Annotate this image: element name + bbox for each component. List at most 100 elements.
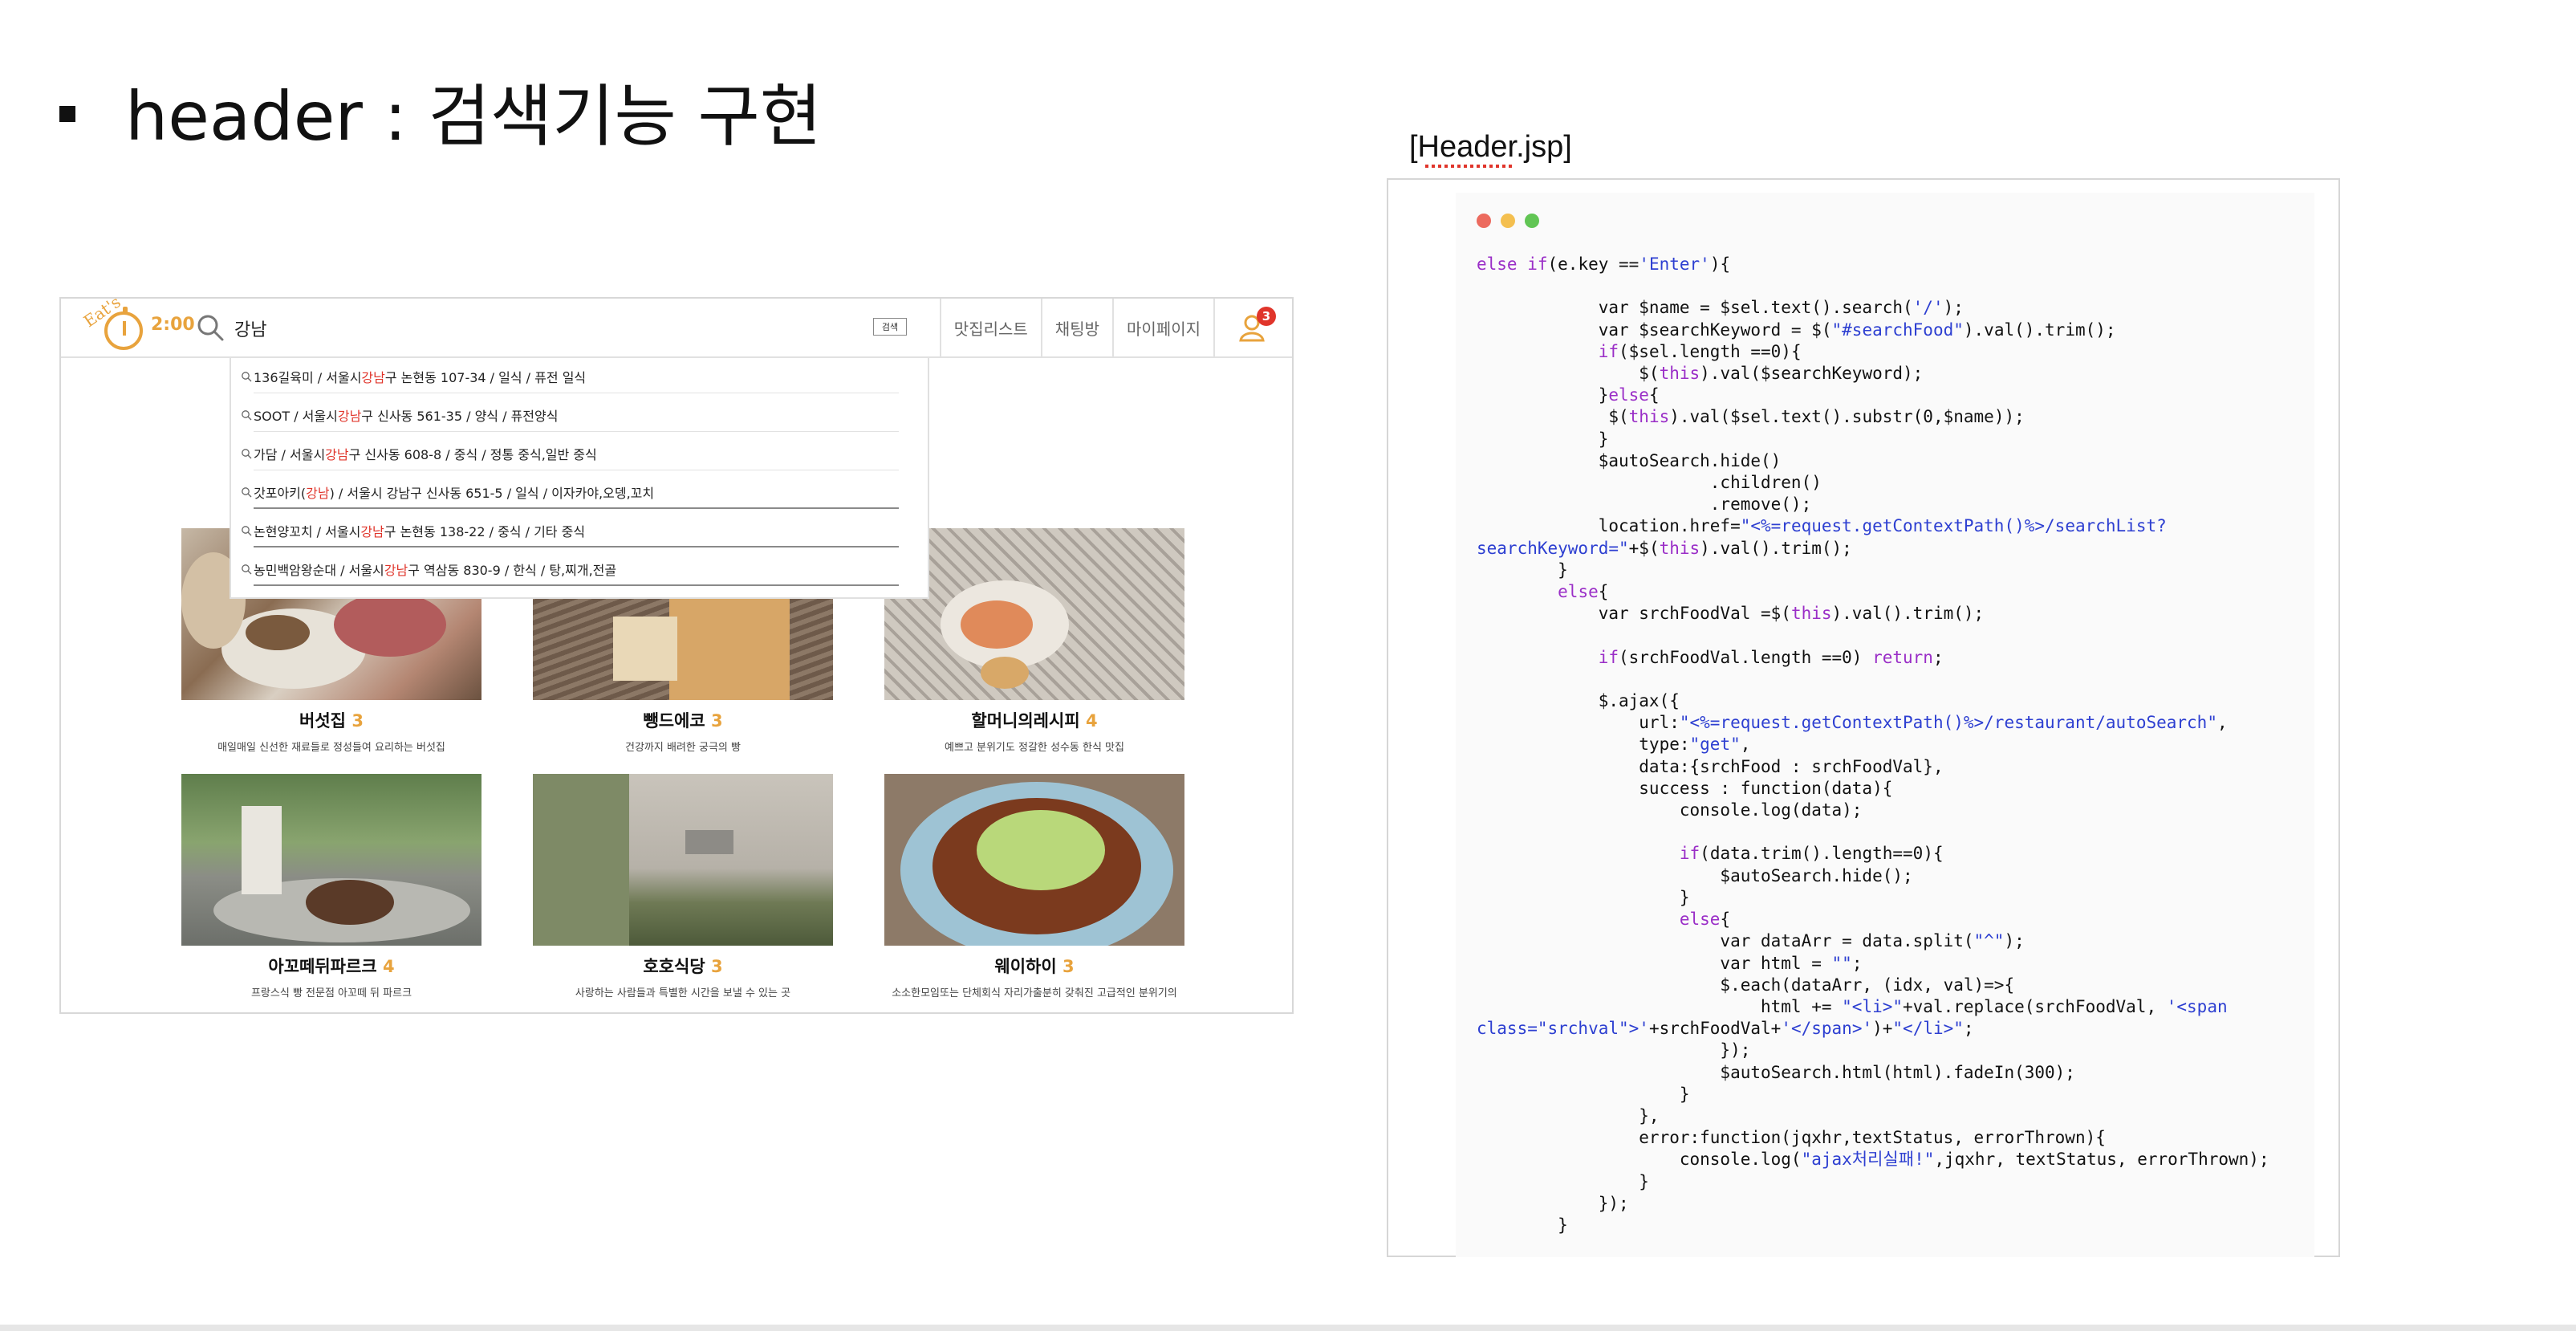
code-text: $.ajax({ — [1477, 691, 1680, 711]
code-text: +srchFoodVal+ — [1648, 1019, 1782, 1039]
code-text: var html = — [1477, 953, 1832, 973]
notification-button[interactable]: 3 — [1213, 299, 1292, 356]
code-text: ; — [1963, 1019, 1974, 1039]
code-text: url: — [1477, 713, 1680, 733]
code-string: "^" — [1973, 931, 2005, 951]
site-logo[interactable]: Eat's 2:00 — [71, 292, 199, 356]
code-text: var srchFoodVal =$( — [1477, 604, 1791, 624]
code-keyword: if — [1598, 341, 1619, 361]
close-dot-icon — [1477, 214, 1491, 228]
restaurant-card[interactable]: 아꼬떼뒤파르크 4 프랑스식 빵 전문점 아꼬떼 뒤 파르크 — [181, 774, 481, 999]
code-text: var $name = $sel.text().search( — [1477, 298, 1913, 318]
code-text: (srchFoodVal.length ==0) — [1619, 647, 1873, 667]
autocomplete-highlight: 강남 — [361, 370, 385, 385]
restaurant-card[interactable]: 호호식당 3 사랑하는 사람들과 특별한 시간을 보낼 수 있는 곳 — [533, 774, 833, 999]
code-string: "" — [1831, 953, 1852, 973]
code-keyword: this — [1628, 407, 1670, 427]
autocomplete-item[interactable]: 136길육미 / 서울시 강남 구 논현동 107-34 / 일식 / 퓨전 일식 — [241, 358, 899, 395]
minimize-dot-icon — [1501, 214, 1515, 228]
code-text: $( — [1477, 364, 1660, 384]
code-text: ).val().trim(); — [1700, 538, 1852, 558]
code-keyword: this — [1659, 538, 1700, 558]
code-string: "<li>" — [1842, 996, 1904, 1016]
divider — [254, 546, 899, 547]
code-block: else if(e.key =='Enter'){ var $name = $s… — [1477, 254, 2269, 1236]
restaurant-name: 아꼬떼뒤파르크 — [268, 957, 377, 976]
code-text: ; — [1932, 647, 1944, 667]
code-text: } — [1477, 385, 1609, 405]
autocomplete-item[interactable]: 논현양꼬치 / 서울시 강남 구 논현동 138-22 / 중식 / 기타 중식 — [241, 512, 899, 549]
code-string: "<%=request.getContextPath()%>/searchLis… — [1740, 516, 2167, 536]
autocomplete-item[interactable]: 가담 / 서울시 강남 구 신사동 608-8 / 중식 / 정통 중식,일반 중… — [241, 435, 899, 472]
nav-item-mypage[interactable]: 마이페이지 — [1112, 299, 1213, 356]
restaurant-score: 4 — [1085, 711, 1098, 731]
file-label: [Header.jsp] — [1409, 130, 1572, 164]
autocomplete-text: 구 신사동 608-8 / 중식 / 정통 중식,일반 중식 — [348, 447, 597, 462]
code-string: 'Enter' — [1639, 254, 1710, 274]
search-input[interactable] — [233, 310, 878, 347]
restaurant-card[interactable]: 할머니의레시피 4 예쁘고 분위기도 정갈한 성수동 한식 맛집 — [884, 528, 1184, 754]
autocomplete-highlight: 강남 — [325, 447, 349, 462]
code-text: $.each(dataArr, (idx, val)=>{ — [1477, 975, 2015, 995]
autocomplete-highlight: 강남 — [384, 563, 408, 578]
restaurant-score: 3 — [710, 957, 723, 976]
search-icon[interactable] — [196, 313, 225, 342]
code-text: ); — [1943, 298, 1964, 318]
restaurant-name: 할머니의레시피 — [971, 711, 1080, 731]
restaurant-desc: 소소한모임또는 단체회식 자리가출분히 갖춰진 고급적인 분위기의 — [892, 987, 1177, 999]
code-text: { — [1648, 385, 1660, 405]
code-text: } — [1477, 887, 1690, 907]
restaurant-photo — [884, 774, 1184, 946]
autocomplete-highlight: 강남 — [306, 486, 330, 501]
autocomplete-item[interactable]: 갓포아키(강남) / 서울시 강남구 신사동 651-5 / 일식 / 이자카야… — [241, 474, 899, 511]
code-string: '</span>' — [1781, 1019, 1873, 1039]
code-text: }, — [1477, 1105, 1660, 1125]
bottom-bar — [0, 1325, 2576, 1331]
window-controls — [1477, 214, 1539, 228]
restaurant-desc: 매일매일 신선한 재료들로 정성들여 요리하는 버섯집 — [217, 742, 445, 754]
code-text: } — [1477, 1171, 1649, 1191]
code-text: .children() — [1477, 473, 1822, 493]
autocomplete-text: 구 논현동 138-22 / 중식 / 기타 중식 — [384, 524, 586, 539]
code-text: ).val().trim(); — [1831, 604, 1985, 624]
search-button[interactable]: 검색 — [873, 318, 907, 336]
code-text: error:function(jqxhr,textStatus, errorTh… — [1477, 1128, 2106, 1148]
site-header: Eat's 2:00 검색 맛집리스트 채팅방 마이페이지 3 — [61, 292, 1292, 358]
restaurant-card[interactable]: 웨이하이 3 소소한모임또는 단체회식 자리가출분히 갖춰진 고급적인 분위기의 — [884, 774, 1184, 999]
autocomplete-item[interactable]: SOOT / 서울시 강남 구 신사동 561-35 / 양식 / 퓨전양식 — [241, 397, 899, 433]
code-text: ,jqxhr, textStatus, errorThrown); — [1934, 1150, 2269, 1170]
code-string: "get" — [1689, 735, 1741, 755]
code-string: class="srchval">' — [1477, 1019, 1649, 1039]
restaurant-desc: 예쁘고 분위기도 정갈한 성수동 한식 맛집 — [945, 742, 1124, 754]
code-text: $autoSearch.html(html).fadeIn(300); — [1477, 1062, 2075, 1082]
autocomplete-dropdown: 136길육미 / 서울시 강남 구 논현동 107-34 / 일식 / 퓨전 일식… — [230, 358, 929, 599]
maximize-dot-icon — [1525, 214, 1539, 228]
slide-title: header : 검색기능 구현 — [59, 63, 822, 160]
code-text: ).val($searchKeyword); — [1700, 364, 1924, 384]
search-icon — [242, 487, 252, 498]
code-text: console.log( — [1477, 1150, 1802, 1170]
restaurant-desc: 건강까지 배려한 궁극의 빵 — [625, 742, 741, 754]
autocomplete-item[interactable]: 농민백암왕순대 / 서울시 강남 구 역삼동 830-9 / 한식 / 탕,찌개,… — [241, 551, 899, 588]
code-keyword: this — [1659, 364, 1700, 384]
nav-item-restaurant-list[interactable]: 맛집리스트 — [939, 299, 1041, 356]
code-keyword: else — [1558, 582, 1599, 602]
code-text: } — [1477, 1084, 1690, 1104]
code-string: "#searchFood" — [1831, 320, 1964, 340]
notification-badge: 3 — [1257, 307, 1276, 326]
autocomplete-highlight: 강남 — [337, 409, 362, 424]
code-string: "<%=request.getContextPath()%>/restauran… — [1679, 713, 2217, 733]
code-text: ).val($sel.text().substr(0,$name)); — [1669, 407, 2025, 427]
code-text: }); — [1477, 1193, 1629, 1213]
code-string: "</li>" — [1892, 1019, 1964, 1039]
spellcheck-underline — [1425, 165, 1514, 168]
code-text: ){ — [1709, 254, 1731, 274]
code-string: searchKeyword=" — [1477, 538, 1629, 558]
autocomplete-text: 논현양꼬치 / 서울시 — [254, 524, 361, 539]
nav-item-chat[interactable]: 채팅방 — [1040, 299, 1112, 356]
search-icon — [242, 372, 252, 382]
code-text: console.log(data); — [1477, 800, 1863, 820]
